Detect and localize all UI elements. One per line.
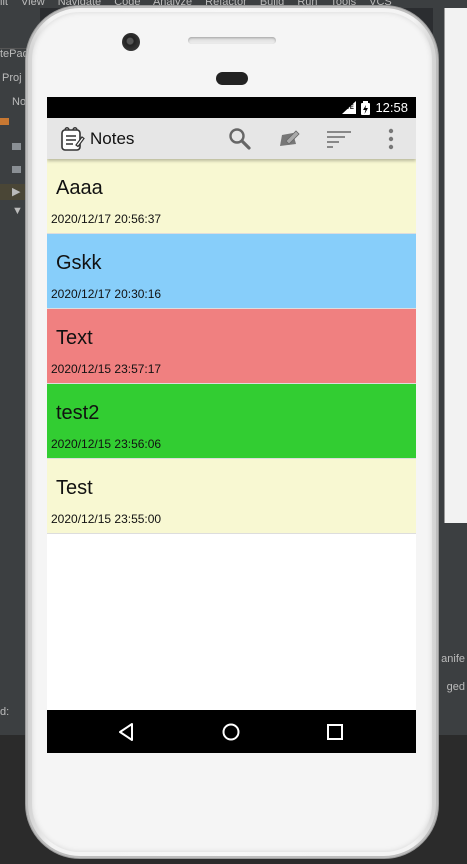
ide-right-label: anife — [441, 653, 465, 665]
app-bar: Notes — [47, 118, 416, 159]
folder-icon — [12, 143, 21, 150]
more-icon[interactable] — [378, 126, 404, 152]
note-date: 2020/12/17 20:30:16 — [51, 287, 162, 301]
edit-icon[interactable] — [276, 126, 302, 152]
ide-bottom-label: d: — [0, 706, 10, 718]
signal-icon: LTE — [342, 101, 357, 114]
expand-arrow-icon[interactable]: ▶ — [12, 185, 20, 198]
note-title: Aaaa — [56, 177, 103, 199]
notes-list: Aaaa 2020/12/17 20:56:37 Gskk 2020/12/17… — [47, 159, 416, 534]
collapse-arrow-icon[interactable]: ▼ — [12, 205, 23, 217]
ide-menu-item[interactable]: View — [21, 0, 45, 8]
note-title: Test — [56, 477, 93, 499]
home-icon[interactable] — [220, 721, 242, 743]
note-date: 2020/12/15 23:55:00 — [51, 512, 162, 526]
ide-right-label: ged — [446, 681, 465, 693]
navigation-bar — [47, 710, 416, 753]
back-icon[interactable] — [116, 721, 138, 743]
ide-project-tab[interactable]: Proj — [2, 72, 22, 84]
status-bar: LTE 12:58 — [47, 97, 416, 118]
ide-menu-item[interactable]: lit — [0, 0, 8, 8]
note-date: 2020/12/15 23:56:06 — [51, 437, 162, 451]
note-title: Gskk — [56, 252, 102, 274]
note-date: 2020/12/15 23:57:17 — [51, 362, 162, 376]
battery-icon — [361, 100, 371, 115]
front-camera — [122, 33, 140, 51]
search-icon[interactable] — [227, 126, 253, 152]
folder-icon — [0, 118, 9, 125]
note-title: test2 — [56, 402, 100, 424]
notepad-icon — [61, 127, 85, 151]
note-date: 2020/12/17 20:56:37 — [51, 212, 162, 226]
status-time: 12:58 — [375, 100, 408, 115]
ide-tree-item[interactable]: No — [12, 96, 26, 108]
app-title: Notes — [90, 129, 135, 148]
phone-screen: LTE 12:58 Notes Aaaa 2020/12/17 20:56:37… — [47, 97, 416, 753]
proximity-sensor — [216, 72, 248, 85]
recents-icon[interactable] — [324, 721, 346, 743]
ide-design-panel — [444, 8, 467, 523]
note-item[interactable]: Text 2020/12/15 23:57:17 — [47, 309, 416, 384]
note-title: Text — [56, 327, 93, 349]
network-label: LTE — [343, 105, 354, 111]
sort-icon[interactable] — [326, 126, 352, 152]
ide-project-name: tePad — [0, 48, 29, 60]
folder-icon — [12, 166, 21, 173]
note-item[interactable]: Test 2020/12/15 23:55:00 — [47, 459, 416, 534]
earpiece-speaker — [188, 37, 276, 44]
note-item[interactable]: Aaaa 2020/12/17 20:56:37 — [47, 159, 416, 234]
note-item[interactable]: Gskk 2020/12/17 20:30:16 — [47, 234, 416, 309]
note-item[interactable]: test2 2020/12/15 23:56:06 — [47, 384, 416, 459]
